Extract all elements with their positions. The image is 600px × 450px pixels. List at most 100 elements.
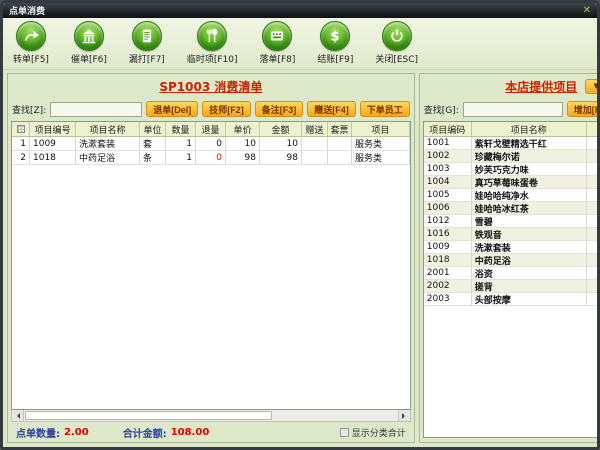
item-price: 10	[587, 241, 600, 253]
order-table-empty-area	[12, 165, 410, 409]
item-row[interactable]: 1006 娃哈哈冰红茶 5 瓶	[424, 202, 600, 215]
order-row[interactable]: 2 1018 中药足浴 条 1 0 98 98 服务类	[12, 151, 410, 165]
item-price: 3	[587, 189, 600, 201]
toolbar-button-label: 催单[F6]	[71, 52, 107, 65]
scroll-right-icon[interactable]	[398, 410, 410, 421]
item-row[interactable]: 1009 洗漱套装 10 套	[424, 241, 600, 254]
col-price[interactable]: 单价	[587, 122, 600, 136]
item-price: 20	[587, 267, 600, 279]
item-name: 中药足浴	[472, 254, 587, 266]
remark-button[interactable]: 备注[F3]	[255, 101, 304, 117]
item-row[interactable]: 1016 铁观音 12 包	[424, 228, 600, 241]
scrollbar-track[interactable]	[24, 410, 398, 421]
show-category-total-toggle[interactable]: 显示分类合计	[340, 426, 406, 439]
item-row[interactable]: 1005 娃哈哈纯净水 3 瓶	[424, 189, 600, 202]
item-price: 15	[587, 293, 600, 305]
select-all-cell[interactable]	[12, 122, 30, 136]
transfer-order-button[interactable]: 转单[F5]	[13, 21, 49, 65]
item-price: 520	[587, 150, 600, 162]
consumption-panel-title: SP1003 消费清单	[159, 78, 262, 95]
col-qty[interactable]: 数量	[166, 122, 196, 136]
col-category[interactable]: 项目	[352, 122, 410, 136]
order-table: 项目编号 项目名称 单位 数量 退量 单价 金额 赠送 套票 项目 1	[11, 121, 411, 410]
item-price: 6	[587, 176, 600, 188]
app-window: 点单消费 ✕ 转单[F5] 催单[F6] 漏打[F7] 临时项[F10]	[0, 0, 600, 450]
item-price: 128	[587, 137, 600, 149]
toolbar-button-label: 结账[F9]	[317, 52, 353, 65]
item-refund-qty: 0	[196, 151, 226, 164]
order-search-input[interactable]	[50, 102, 142, 117]
order-table-header: 项目编号 项目名称 单位 数量 退量 单价 金额 赠送 套票 项目	[12, 122, 410, 137]
order-qty-value: 2.00	[64, 427, 89, 438]
item-name: 娃哈哈冰红茶	[472, 202, 587, 214]
refund-item-button[interactable]: 退单[Del]	[146, 101, 198, 117]
toolbar-button-label: 转单[F5]	[13, 52, 49, 65]
toolbar-button-label: 落单[F8]	[259, 52, 295, 65]
chevron-down-icon: ▼	[594, 82, 599, 90]
transfer-arrow-icon	[16, 21, 46, 51]
item-code: 1012	[424, 215, 472, 227]
item-row[interactable]: 1004 真巧草莓味蛋卷 6 盒	[424, 176, 600, 189]
scrollbar-thumb[interactable]	[25, 411, 272, 420]
items-table-body: 1001 紫轩戈壁精选干红 128 瓶 1002 珍藏梅尔诺 520 瓶	[424, 137, 600, 306]
item-code: 2003	[424, 293, 472, 305]
item-name: 妙芙巧克力味	[472, 163, 587, 175]
col-item-name[interactable]: 项目名称	[76, 122, 140, 136]
close-icon[interactable]: ✕	[583, 6, 591, 16]
item-row[interactable]: 2003 头部按摩 15 位	[424, 293, 600, 306]
items-search-label: 查找[G]:	[424, 103, 459, 116]
checkbox-icon[interactable]	[340, 428, 349, 437]
item-price: 10	[226, 137, 260, 150]
toolbar-button-label: 临时项[F10]	[187, 52, 238, 65]
item-row[interactable]: 2002 搓背 10 位	[424, 280, 600, 293]
col-item-code[interactable]: 项目编号	[30, 122, 76, 136]
items-search-input[interactable]	[463, 102, 563, 117]
col-item-code[interactable]: 项目编码	[424, 122, 472, 136]
item-code: 1004	[424, 176, 472, 188]
add-item-button[interactable]: 增加[F2]	[567, 101, 600, 117]
col-ticket[interactable]: 套票	[328, 122, 352, 136]
technician-button[interactable]: 技师[F2]	[202, 101, 251, 117]
item-row[interactable]: 1002 珍藏梅尔诺 520 瓶	[424, 150, 600, 163]
temp-item-button[interactable]: 临时项[F10]	[187, 21, 238, 65]
item-category: 服务类	[352, 137, 410, 150]
item-row[interactable]: 1018 中药足浴 98 条	[424, 254, 600, 267]
dollar-icon: $	[320, 21, 350, 51]
order-table-hscrollbar[interactable]	[11, 410, 411, 422]
item-price: 5	[587, 215, 600, 227]
main-panels: SP1003 消费清单 查找[Z]: 退单[Del] 技师[F2] 备注[F3]…	[3, 70, 597, 447]
item-row[interactable]: 1003 妙芙巧克力味 20 袋	[424, 163, 600, 176]
col-item-name[interactable]: 项目名称	[472, 122, 587, 136]
row-index: 1	[12, 137, 30, 150]
svg-text:$: $	[331, 29, 340, 45]
order-search-label: 查找[Z]:	[12, 103, 46, 116]
checkout-button[interactable]: $ 结账[F9]	[317, 21, 353, 65]
store-items-panel: 本店提供项目 ▼ 查找[G]: 增加[F2] 所有项目 ↓ 项目编码 项目名称 …	[419, 73, 600, 443]
place-order-button[interactable]: 落单[F8]	[259, 21, 295, 65]
col-price[interactable]: 单价	[226, 122, 260, 136]
order-row[interactable]: 1 1009 洗漱套装 套 1 0 10 10 服务类	[12, 137, 410, 151]
order-staff-button[interactable]: 下单员工	[360, 101, 410, 117]
scroll-left-icon[interactable]	[12, 410, 24, 421]
item-category: 服务类	[352, 151, 410, 164]
item-qty: 1	[166, 151, 196, 164]
item-row[interactable]: 1001 紫轩戈壁精选干红 128 瓶	[424, 137, 600, 150]
item-gift	[302, 151, 328, 164]
col-gift[interactable]: 赠送	[302, 122, 328, 136]
missed-print-button[interactable]: 漏打[F7]	[129, 21, 165, 65]
item-price: 98	[587, 254, 600, 266]
item-row[interactable]: 2001 浴资 20 位	[424, 267, 600, 280]
gift-button[interactable]: 赠送[F4]	[307, 101, 356, 117]
urge-order-button[interactable]: 催单[F6]	[71, 21, 107, 65]
order-total-value: 108.00	[171, 427, 210, 438]
col-refund-qty[interactable]: 退量	[196, 122, 226, 136]
item-code: 1009	[30, 137, 76, 150]
col-unit[interactable]: 单位	[140, 122, 166, 136]
item-row[interactable]: 1012 雪碧 5 瓶	[424, 215, 600, 228]
titlebar: 点单消费 ✕	[3, 3, 597, 18]
col-amount[interactable]: 金额	[260, 122, 302, 136]
category-dropdown-button[interactable]: ▼	[585, 79, 600, 94]
items-table-empty-area	[424, 306, 600, 437]
item-code: 1001	[424, 137, 472, 149]
close-window-button[interactable]: 关闭[ESC]	[375, 21, 418, 65]
